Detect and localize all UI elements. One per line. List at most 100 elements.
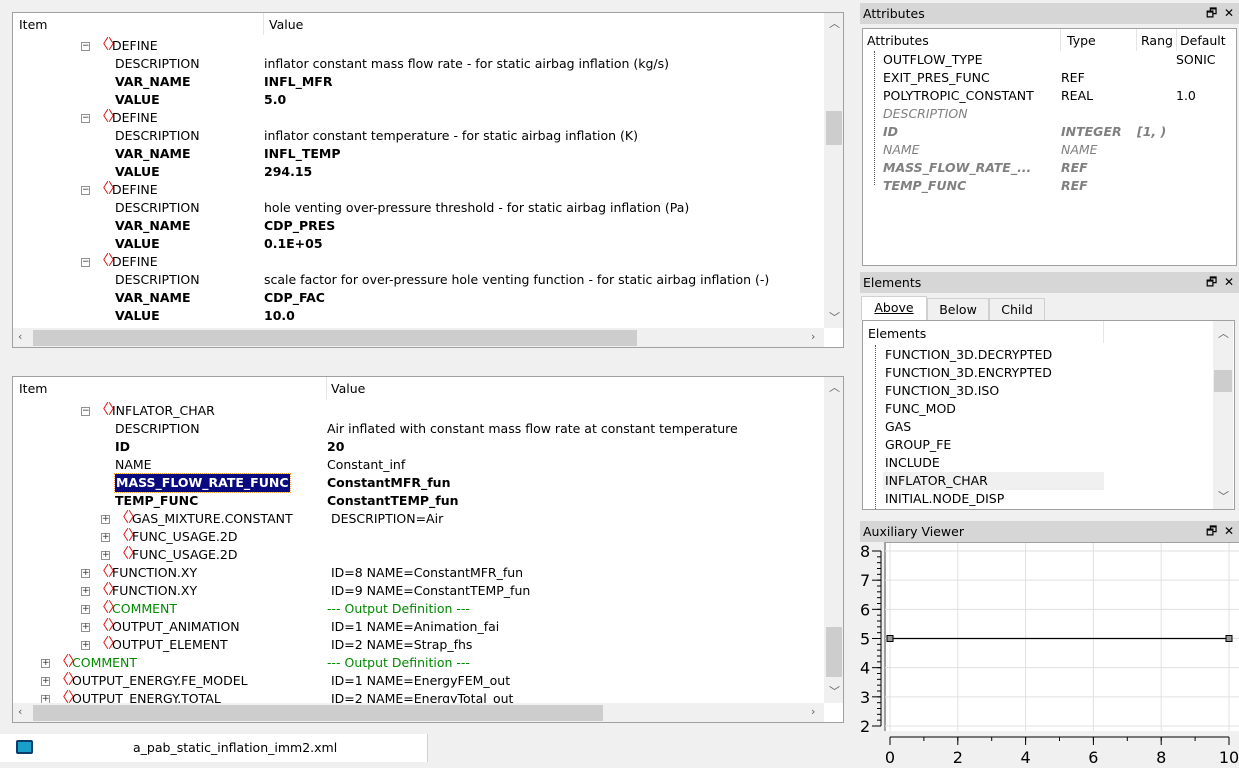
element-list-item[interactable]: FUNCTION_3D.DECRYPTED: [883, 346, 1104, 364]
close-icon[interactable]: ✕: [1224, 272, 1234, 293]
element-list-item[interactable]: FUNCTION_3D.ISO: [883, 382, 1104, 400]
element-list-item[interactable]: INFLATOR_CHAR: [883, 472, 1104, 490]
tree-item-label: DESCRIPTION: [115, 200, 200, 215]
column-value[interactable]: Value: [331, 381, 365, 396]
element-list-item[interactable]: FUNC_MOD: [883, 400, 1104, 418]
tree-row[interactable]: DESCRIPTION inflator constant temperature…: [13, 127, 813, 145]
tree-row[interactable]: DESCRIPTION hole venting over-pressure th…: [13, 199, 813, 217]
expand-icon[interactable]: +: [81, 605, 90, 614]
horizontal-scrollbar[interactable]: ‹ ›: [13, 703, 824, 722]
column-attributes[interactable]: Attributes: [867, 33, 929, 48]
tree-row[interactable]: + 〈〉 GAS_MIXTURE.CONSTANT DESCRIPTION=Air: [13, 510, 813, 528]
expand-icon[interactable]: +: [101, 515, 110, 524]
tree-row[interactable]: VAR_NAME INFL_TEMP: [13, 145, 813, 163]
tree-item-value: --- Output Definition ---: [327, 655, 470, 670]
aux-viewer-chart[interactable]: 0 2 4 6 8 102345678: [860, 542, 1239, 768]
tree-row[interactable]: + 〈〉 OUTPUT_ANIMATION ID=1 NAME=Animation_…: [13, 618, 813, 636]
tree-row[interactable]: + 〈〉 OUTPUT_ELEMENT ID=2 NAME=Strap_fhs: [13, 636, 813, 654]
column-default[interactable]: Default: [1180, 33, 1226, 48]
tree-row[interactable]: VAR_NAME CDP_PRES: [13, 217, 813, 235]
collapse-icon[interactable]: −: [81, 114, 90, 123]
column-type[interactable]: Type: [1067, 33, 1096, 48]
attribute-row[interactable]: MASS_FLOW_RATE_... REF: [863, 159, 1233, 177]
tree-row[interactable]: MASS_FLOW_RATE_FUNC ConstantMFR_fun: [13, 473, 813, 493]
collapse-icon[interactable]: −: [81, 186, 90, 195]
attribute-row[interactable]: TEMP_FUNC REF: [863, 177, 1233, 195]
attributes-table[interactable]: Attributes Type Rang Default OUTFLOW_TYP…: [862, 28, 1237, 266]
element-list-item[interactable]: GAS: [883, 418, 1104, 436]
tree-item-label: COMMENT: [72, 655, 138, 670]
tab-child[interactable]: Child: [989, 298, 1045, 320]
tree-row[interactable]: DESCRIPTION scale factor for over-pressur…: [13, 271, 813, 289]
tree-row[interactable]: VALUE 5.0: [13, 91, 813, 109]
float-icon[interactable]: 🗗: [1206, 272, 1217, 293]
element-list-item[interactable]: FUNCTION_3D.ENCRYPTED: [883, 364, 1104, 382]
tree-row[interactable]: − 〈〉 DEFINE: [13, 37, 813, 55]
collapse-icon[interactable]: −: [81, 42, 90, 51]
expand-icon[interactable]: +: [81, 587, 90, 596]
attribute-row[interactable]: ID INTEGER [1, ): [863, 123, 1233, 141]
tree-row[interactable]: + 〈〉 FUNCTION.XY ID=8 NAME=ConstantMFR_fun: [13, 564, 813, 582]
element-list-item[interactable]: GROUP_FE: [883, 436, 1104, 454]
expand-icon[interactable]: +: [81, 641, 90, 650]
elements-list[interactable]: Elements FUNCTION_3D.DECRYPTED FUNCTION_3…: [862, 320, 1235, 510]
tree-row[interactable]: + 〈〉 OUTPUT_ENERGY.FE_MODEL ID=1 NAME=Ener…: [13, 672, 813, 690]
element-list-item[interactable]: INCLUDE: [883, 454, 1104, 472]
top-tree-view[interactable]: Item Value − 〈〉 DEFINE DESCRIPTION inflator …: [12, 12, 844, 348]
attribute-row[interactable]: NAME NAME: [863, 141, 1233, 159]
expand-icon[interactable]: +: [101, 533, 110, 542]
float-icon[interactable]: 🗗: [1206, 3, 1217, 24]
tree-row[interactable]: + 〈〉 FUNC_USAGE.2D: [13, 546, 813, 564]
tree-row[interactable]: VAR_NAME INFL_MFR: [13, 73, 813, 91]
attribute-row[interactable]: DESCRIPTION: [863, 105, 1233, 123]
vertical-scrollbar[interactable]: ︿ ﹀: [824, 13, 843, 328]
column-item[interactable]: Item: [19, 17, 47, 32]
attribute-row[interactable]: EXIT_PRES_FUNC REF: [863, 69, 1233, 87]
tree-row[interactable]: VALUE 10.0: [13, 307, 813, 325]
expand-icon[interactable]: +: [101, 551, 110, 560]
x-tick-label: 0: [885, 748, 895, 767]
tree-row[interactable]: VALUE 0.1E+05: [13, 235, 813, 253]
attribute-row[interactable]: POLYTROPIC_CONSTANT REAL 1.0: [863, 87, 1233, 105]
tree-row[interactable]: VALUE 294.15: [13, 163, 813, 181]
column-value[interactable]: Value: [269, 17, 303, 32]
column-item[interactable]: Item: [19, 381, 47, 396]
tree-row[interactable]: + 〈〉 COMMENT --- Output Definition ---: [13, 600, 813, 618]
close-icon[interactable]: ✕: [1224, 3, 1234, 24]
attribute-row[interactable]: OUTFLOW_TYPE SONIC: [863, 51, 1233, 69]
expand-icon[interactable]: +: [81, 623, 90, 632]
tree-row[interactable]: ID 20: [13, 438, 813, 456]
data-point[interactable]: [1225, 635, 1233, 642]
column-elements[interactable]: Elements: [868, 326, 926, 341]
tab-below[interactable]: Below: [927, 298, 989, 320]
expand-icon[interactable]: +: [41, 659, 50, 668]
tree-row[interactable]: DESCRIPTION inflator constant mass flow r…: [13, 55, 813, 73]
expand-icon[interactable]: +: [81, 569, 90, 578]
tree-row[interactable]: − 〈〉 DEFINE: [13, 109, 813, 127]
collapse-icon[interactable]: −: [81, 407, 90, 416]
vertical-scrollbar[interactable]: ︿ ﹀: [1213, 321, 1233, 509]
float-icon[interactable]: 🗗: [1206, 521, 1217, 542]
tree-row[interactable]: TEMP_FUNC ConstantTEMP_fun: [13, 492, 813, 510]
tree-row[interactable]: VAR_NAME CDP_FAC: [13, 289, 813, 307]
tree-row[interactable]: − 〈〉 DEFINE: [13, 253, 813, 271]
tree-row[interactable]: NAME Constant_inf: [13, 456, 813, 474]
tree-item-label: VAR_NAME: [115, 290, 191, 305]
tree-row[interactable]: − 〈〉 DEFINE: [13, 181, 813, 199]
expand-icon[interactable]: +: [41, 677, 50, 686]
tab-above[interactable]: Above: [861, 296, 927, 320]
horizontal-scrollbar[interactable]: ‹ ›: [13, 328, 824, 347]
element-list-item[interactable]: INITIAL.NODE_DISP: [883, 490, 1104, 508]
file-tab[interactable]: a_pab_static_inflation_imm2.xml: [0, 734, 428, 762]
data-point[interactable]: [886, 635, 894, 642]
tree-row[interactable]: − 〈〉 INFLATOR_CHAR: [13, 402, 813, 420]
tree-row[interactable]: + 〈〉 FUNC_USAGE.2D: [13, 528, 813, 546]
column-range[interactable]: Rang: [1141, 33, 1173, 48]
tree-row[interactable]: + 〈〉 COMMENT --- Output Definition ---: [13, 654, 813, 672]
tree-row[interactable]: DESCRIPTION Air inflated with constant ma…: [13, 420, 813, 438]
bottom-tree-view[interactable]: Item Value − 〈〉 INFLATOR_CHAR DESCRIPTION Ai…: [12, 376, 844, 723]
tree-row[interactable]: + 〈〉 FUNCTION.XY ID=9 NAME=ConstantTEMP_fu…: [13, 582, 813, 600]
collapse-icon[interactable]: −: [81, 258, 90, 267]
close-icon[interactable]: ✕: [1224, 521, 1234, 542]
vertical-scrollbar[interactable]: ︿ ﹀: [824, 377, 843, 703]
